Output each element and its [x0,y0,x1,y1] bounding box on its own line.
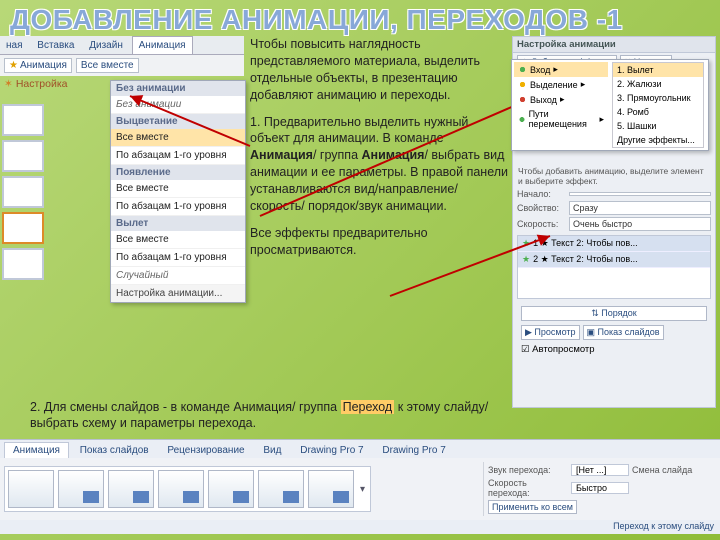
trans-speed-label: Скорость перехода: [488,478,568,498]
transition-thumb[interactable] [208,470,254,508]
sm-effect[interactable]: 2. Жалюзи [613,77,703,91]
dir-value[interactable]: Сразу [569,201,711,215]
sm-effect[interactable]: 1. Вылет [613,63,703,77]
para-preview: Все эффекты предварительно просматривают… [250,225,508,259]
transition-thumb[interactable] [108,470,154,508]
animation-dropdown: Без анимации Без анимации Выцветание Все… [110,80,246,303]
bb-group-label: Переход к этому слайду [0,520,720,532]
transition-gallery[interactable]: ▾ [4,466,371,512]
transition-thumb-none[interactable] [8,470,54,508]
sm-effect[interactable]: 4. Ромб [613,105,703,119]
slide-thumb[interactable] [2,140,44,172]
reorder-button[interactable]: ⇅ Порядок [521,306,707,321]
sm-motion[interactable]: Пути перемещения ▸ [514,107,608,131]
tab-home[interactable]: ная [0,37,29,54]
dd-item[interactable]: Случайный [111,267,245,285]
star-icon [518,115,526,124]
list-item[interactable]: ★2 ★ Текст 2: Чтобы пов... [518,252,710,268]
bb-tab-slideshow[interactable]: Показ слайдов [72,443,157,458]
transition-thumb[interactable] [308,470,354,508]
bb-tab-addin[interactable]: Drawing Pro 7 [292,443,371,458]
dd-section-head: Выцветание [111,114,245,129]
dd-footer[interactable]: Настройка анимации... [111,285,245,302]
sm-emphasis[interactable]: Выделение ▸ [514,77,608,92]
animation-pane: Настройка анимации ✶ Добавить эффект ▾ ✖… [512,36,716,408]
pane-hint: Чтобы добавить анимацию, выделите элемен… [513,164,715,188]
star-icon [518,95,527,104]
foot-text: 2. Для смены слайдов - в команде Анимаци… [30,386,500,445]
apply-all-button[interactable]: Применить ко всем [488,500,577,514]
sound-label: Звук перехода: [488,465,568,475]
sm-entry[interactable]: Вход ▸ [514,62,608,77]
star-icon: ★ [522,254,530,265]
transition-thumb[interactable] [258,470,304,508]
effect-list: ★1 ★ Текст 2: Чтобы пов... ★2 ★ Текст 2:… [517,235,711,299]
slide-thumb-selected[interactable] [2,212,44,244]
slide-thumb[interactable] [2,248,44,280]
dd-item[interactable]: Без анимации [111,96,245,114]
bb-tab-review[interactable]: Рецензирование [159,443,252,458]
page-title: Добавление анимации, переходов -1 [0,0,720,36]
left-ribbon-mock: ная Вставка Дизайн Анимация ★ Анимация В… [0,36,244,366]
autopreview-check[interactable]: ☑ Автопросмотр [521,344,595,355]
slide-thumb[interactable] [2,104,44,136]
transition-thumb[interactable] [58,470,104,508]
tab-insert[interactable]: Вставка [31,37,80,54]
gear-icon: ✶ [4,78,13,90]
star-icon [518,80,527,89]
star-icon: ★ [522,238,530,249]
main-text: Чтобы повысить наглядность представляемо… [250,36,508,269]
dir-label: Свойство: [517,203,569,213]
list-item[interactable]: ★1 ★ Текст 2: Чтобы пов... [518,236,710,252]
dd-section-head: Появление [111,165,245,180]
sm-effect[interactable]: 5. Шашки [613,119,703,133]
dd-item[interactable]: Все вместе [111,231,245,249]
ribbon-tabs: ная Вставка Дизайн Анимация [0,36,244,55]
dd-section-head: Вылет [111,216,245,231]
dd-section-head: Без анимации [111,81,245,96]
transition-thumb[interactable] [158,470,204,508]
animation-dropdown-btn[interactable]: ★ Анимация [4,58,72,73]
slide-thumbs [0,102,48,282]
para-step2: 2. Для смены слайдов - в команде Анимаци… [30,399,500,433]
sm-exit[interactable]: Выход ▸ [514,92,608,107]
change-label: Смена слайда [632,465,712,475]
para-intro: Чтобы повысить наглядность представляемо… [250,36,508,104]
start-label: Начало: [517,189,569,199]
dd-item[interactable]: По абзацам 1-го уровня [111,198,245,216]
gallery-more-icon[interactable]: ▾ [358,484,367,495]
speed-value[interactable]: Очень быстро [569,217,711,231]
transition-ribbon: Анимация Показ слайдов Рецензирование Ви… [0,439,720,534]
bb-tabs: Анимация Показ слайдов Рецензирование Ви… [0,440,720,458]
animation-combo[interactable]: Все вместе [76,58,139,73]
slide-thumb[interactable] [2,176,44,208]
dd-item[interactable]: По абзацам 1-го уровня [111,147,245,165]
star-icon: ★ [9,60,18,71]
dd-item[interactable]: По абзацам 1-го уровня [111,249,245,267]
para-step1: 1. Предварительно выделить нужный объект… [250,114,508,215]
sm-effect[interactable]: 3. Прямоугольник [613,91,703,105]
sound-value[interactable]: [Нет ...] [571,464,629,476]
tab-animation[interactable]: Анимация [132,36,193,54]
play-button[interactable]: ▶ Просмотр [521,325,580,340]
dd-item[interactable]: Все вместе [111,180,245,198]
effect-submenu: Вход ▸ Выделение ▸ Выход ▸ Пути перемеще… [511,59,709,151]
star-icon [518,65,527,74]
pane-title: Настройка анимации [513,37,715,53]
dd-item-selected[interactable]: Все вместе [111,129,245,147]
sm-more-effects[interactable]: Другие эффекты... [613,133,703,147]
tab-design[interactable]: Дизайн [83,37,129,54]
bb-tab-addin[interactable]: Drawing Pro 7 [374,443,453,458]
bb-tab-view[interactable]: Вид [255,443,289,458]
start-value[interactable] [569,192,711,196]
bb-tab-animation[interactable]: Анимация [4,442,69,458]
trans-speed-value[interactable]: Быстро [571,482,629,494]
slideshow-button[interactable]: ▣ Показ слайдов [583,325,664,340]
transition-options: Звук перехода:[Нет ...]Смена слайда Скор… [483,462,716,516]
speed-label: Скорость: [517,219,569,229]
